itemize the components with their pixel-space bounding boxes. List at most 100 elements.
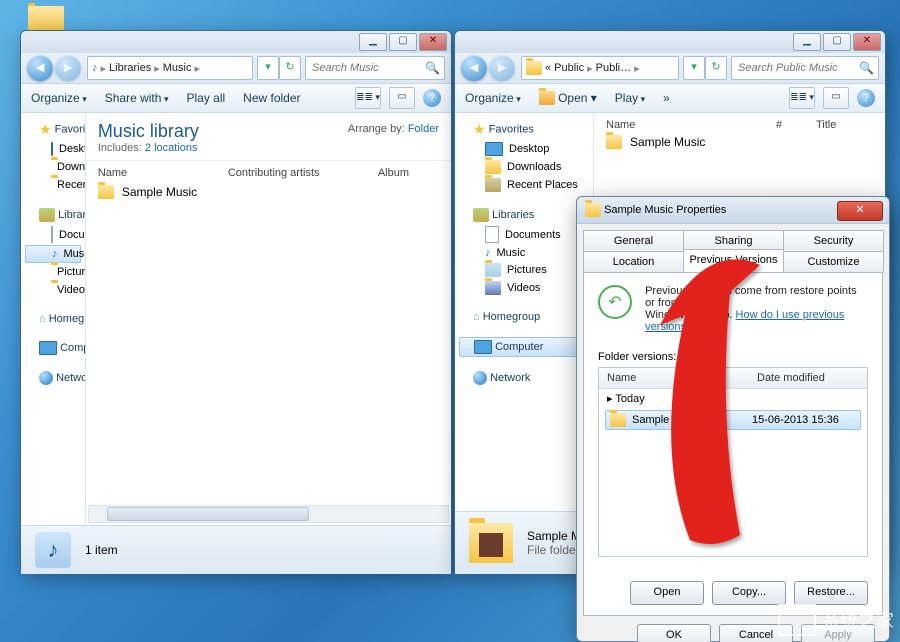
nav-recent-places[interactable]: Recent Places — [21, 176, 85, 194]
nav-music[interactable]: ♪Music — [25, 245, 81, 263]
col-name[interactable]: Name — [98, 167, 228, 179]
nav-favorites-header[interactable]: ★ Favorites — [455, 119, 593, 140]
nav-videos[interactable]: Videos — [21, 281, 85, 299]
locations-link[interactable]: 2 locations — [145, 142, 198, 154]
nav-recent-places[interactable]: Recent Places — [455, 176, 593, 194]
tab-previous-versions[interactable]: Previous Versions — [683, 249, 784, 272]
dialog-titlebar[interactable]: Sample Music Properties ✕ — [577, 197, 889, 224]
tab-customize[interactable]: Customize — [783, 251, 884, 272]
col-artists[interactable]: Contributing artists — [228, 167, 378, 179]
refresh-button[interactable]: ↻ — [705, 56, 727, 80]
preview-pane-button[interactable]: ▭ — [823, 87, 849, 109]
back-button[interactable]: ◄ — [461, 55, 487, 81]
horizontal-scrollbar[interactable] — [88, 505, 449, 523]
nav-computer[interactable]: Computer — [459, 337, 589, 357]
view-mode-button[interactable]: ≣≣ — [789, 87, 815, 109]
breadcrumb[interactable]: « Public ▸Publi… ▸ — [521, 56, 679, 80]
nav-favorites-header[interactable]: ★ Favorites — [21, 119, 85, 140]
more-button[interactable]: » — [663, 91, 670, 105]
nav-documents[interactable]: Documents — [455, 224, 593, 245]
nav-videos[interactable]: Videos — [455, 279, 593, 297]
minimize-button[interactable]: ▁ — [793, 33, 821, 51]
breadcrumb[interactable]: ♪ ▸Libraries ▸Music ▸ — [87, 56, 253, 80]
nav-documents[interactable]: Documents — [21, 224, 85, 245]
crumb-libraries[interactable]: Libraries — [109, 62, 151, 74]
versions-list[interactable]: Name Date modified ▸ Today Sample Music … — [598, 367, 868, 557]
share-with-menu[interactable]: Share with — [105, 91, 169, 105]
version-row[interactable]: Sample Music 15-06-2013 15:36 — [605, 410, 861, 430]
list-header[interactable]: Name Date modified — [599, 368, 867, 389]
maximize-button[interactable]: ▢ — [823, 33, 851, 51]
nav-pictures[interactable]: Pictures — [21, 263, 85, 281]
nav-music[interactable]: ♪Music — [455, 245, 593, 261]
close-button[interactable]: ✕ — [837, 201, 883, 221]
open-version-button[interactable]: Open — [630, 581, 704, 605]
nav-libraries-header[interactable]: Libraries — [455, 206, 593, 224]
restore-version-button[interactable]: Restore... — [794, 581, 868, 605]
crumb-public[interactable]: Public — [554, 62, 584, 74]
play-menu[interactable]: Play — [615, 91, 645, 105]
col-date[interactable]: Date modified — [757, 372, 825, 384]
history-dropdown[interactable]: ▾ — [257, 56, 279, 80]
search-box[interactable]: 🔍 — [305, 56, 445, 80]
status-bar: ♪ 1 item — [21, 525, 451, 574]
col-name[interactable]: Name — [606, 119, 776, 131]
group-today[interactable]: ▸ Today — [599, 389, 867, 408]
titlebar[interactable]: ▁ ▢ ✕ — [21, 31, 451, 53]
help-icon[interactable]: ? — [857, 89, 875, 107]
forward-button[interactable]: ► — [55, 55, 81, 81]
scrollbar-thumb[interactable] — [107, 507, 309, 521]
column-headers[interactable]: Name # Title — [594, 113, 885, 131]
open-button[interactable]: Open ▾ — [539, 91, 597, 106]
crumb-public-music[interactable]: Publi… — [596, 62, 631, 74]
navigation-pane: ★ Favorites Desktop Downloads Recent Pla… — [21, 113, 86, 525]
close-button[interactable]: ✕ — [853, 33, 881, 51]
nav-homegroup[interactable]: ⌂ Homegroup — [455, 309, 593, 325]
organize-menu[interactable]: Organize — [31, 91, 87, 105]
list-item[interactable]: Sample Music — [594, 131, 885, 153]
tab-general[interactable]: General — [583, 230, 684, 251]
search-input[interactable] — [736, 61, 859, 75]
tab-location[interactable]: Location — [583, 251, 684, 272]
minimize-button[interactable]: ▁ — [359, 33, 387, 51]
nav-network[interactable]: Network — [21, 369, 85, 387]
nav-downloads[interactable]: Downloads — [21, 158, 85, 176]
arrange-by-value[interactable]: Folder — [408, 123, 439, 135]
refresh-button[interactable]: ↻ — [279, 56, 301, 80]
nav-desktop[interactable]: Desktop — [21, 140, 85, 158]
organize-menu[interactable]: Organize — [465, 91, 521, 105]
help-icon[interactable]: ? — [423, 89, 441, 107]
preview-pane-button[interactable]: ▭ — [389, 87, 415, 109]
copy-version-button[interactable]: Copy... — [712, 581, 786, 605]
nav-downloads[interactable]: Downloads — [455, 158, 593, 176]
nav-pictures[interactable]: Pictures — [455, 261, 593, 279]
crumb-music[interactable]: Music — [163, 62, 192, 74]
list-item[interactable]: Sample Music — [86, 181, 451, 203]
col-title[interactable]: Title — [816, 119, 836, 131]
new-folder-button[interactable]: New folder — [243, 91, 300, 105]
history-dropdown[interactable]: ▾ — [683, 56, 705, 80]
search-box[interactable]: 🔍 — [731, 56, 879, 80]
maximize-button[interactable]: ▢ — [389, 33, 417, 51]
col-number[interactable]: # — [776, 119, 816, 131]
nav-network[interactable]: Network — [455, 369, 593, 387]
back-button[interactable]: ◄ — [27, 55, 53, 81]
search-input[interactable] — [310, 61, 425, 75]
tab-sharing[interactable]: Sharing — [683, 230, 784, 251]
view-mode-button[interactable]: ≣≣ — [355, 87, 381, 109]
nav-desktop[interactable]: Desktop — [455, 140, 593, 158]
column-headers[interactable]: Name Contributing artists Album — [86, 161, 451, 181]
play-all-button[interactable]: Play all — [186, 91, 225, 105]
titlebar[interactable]: ▁ ▢ ✕ — [455, 31, 885, 53]
col-album[interactable]: Album — [378, 167, 439, 179]
tab-security[interactable]: Security — [783, 230, 884, 251]
nav-computer[interactable]: Computer — [21, 339, 85, 357]
forward-button[interactable]: ► — [489, 55, 515, 81]
col-name[interactable]: Name — [607, 372, 757, 384]
ok-button[interactable]: OK — [637, 624, 711, 642]
toolbar: Organize Open ▾ Play » ≣≣ ▭ ? — [455, 84, 885, 113]
nav-homegroup[interactable]: ⌂ Homegroup — [21, 311, 85, 327]
nav-libraries-header[interactable]: Libraries — [21, 206, 85, 224]
close-button[interactable]: ✕ — [419, 33, 447, 51]
crumb-overflow[interactable]: « — [545, 62, 551, 74]
